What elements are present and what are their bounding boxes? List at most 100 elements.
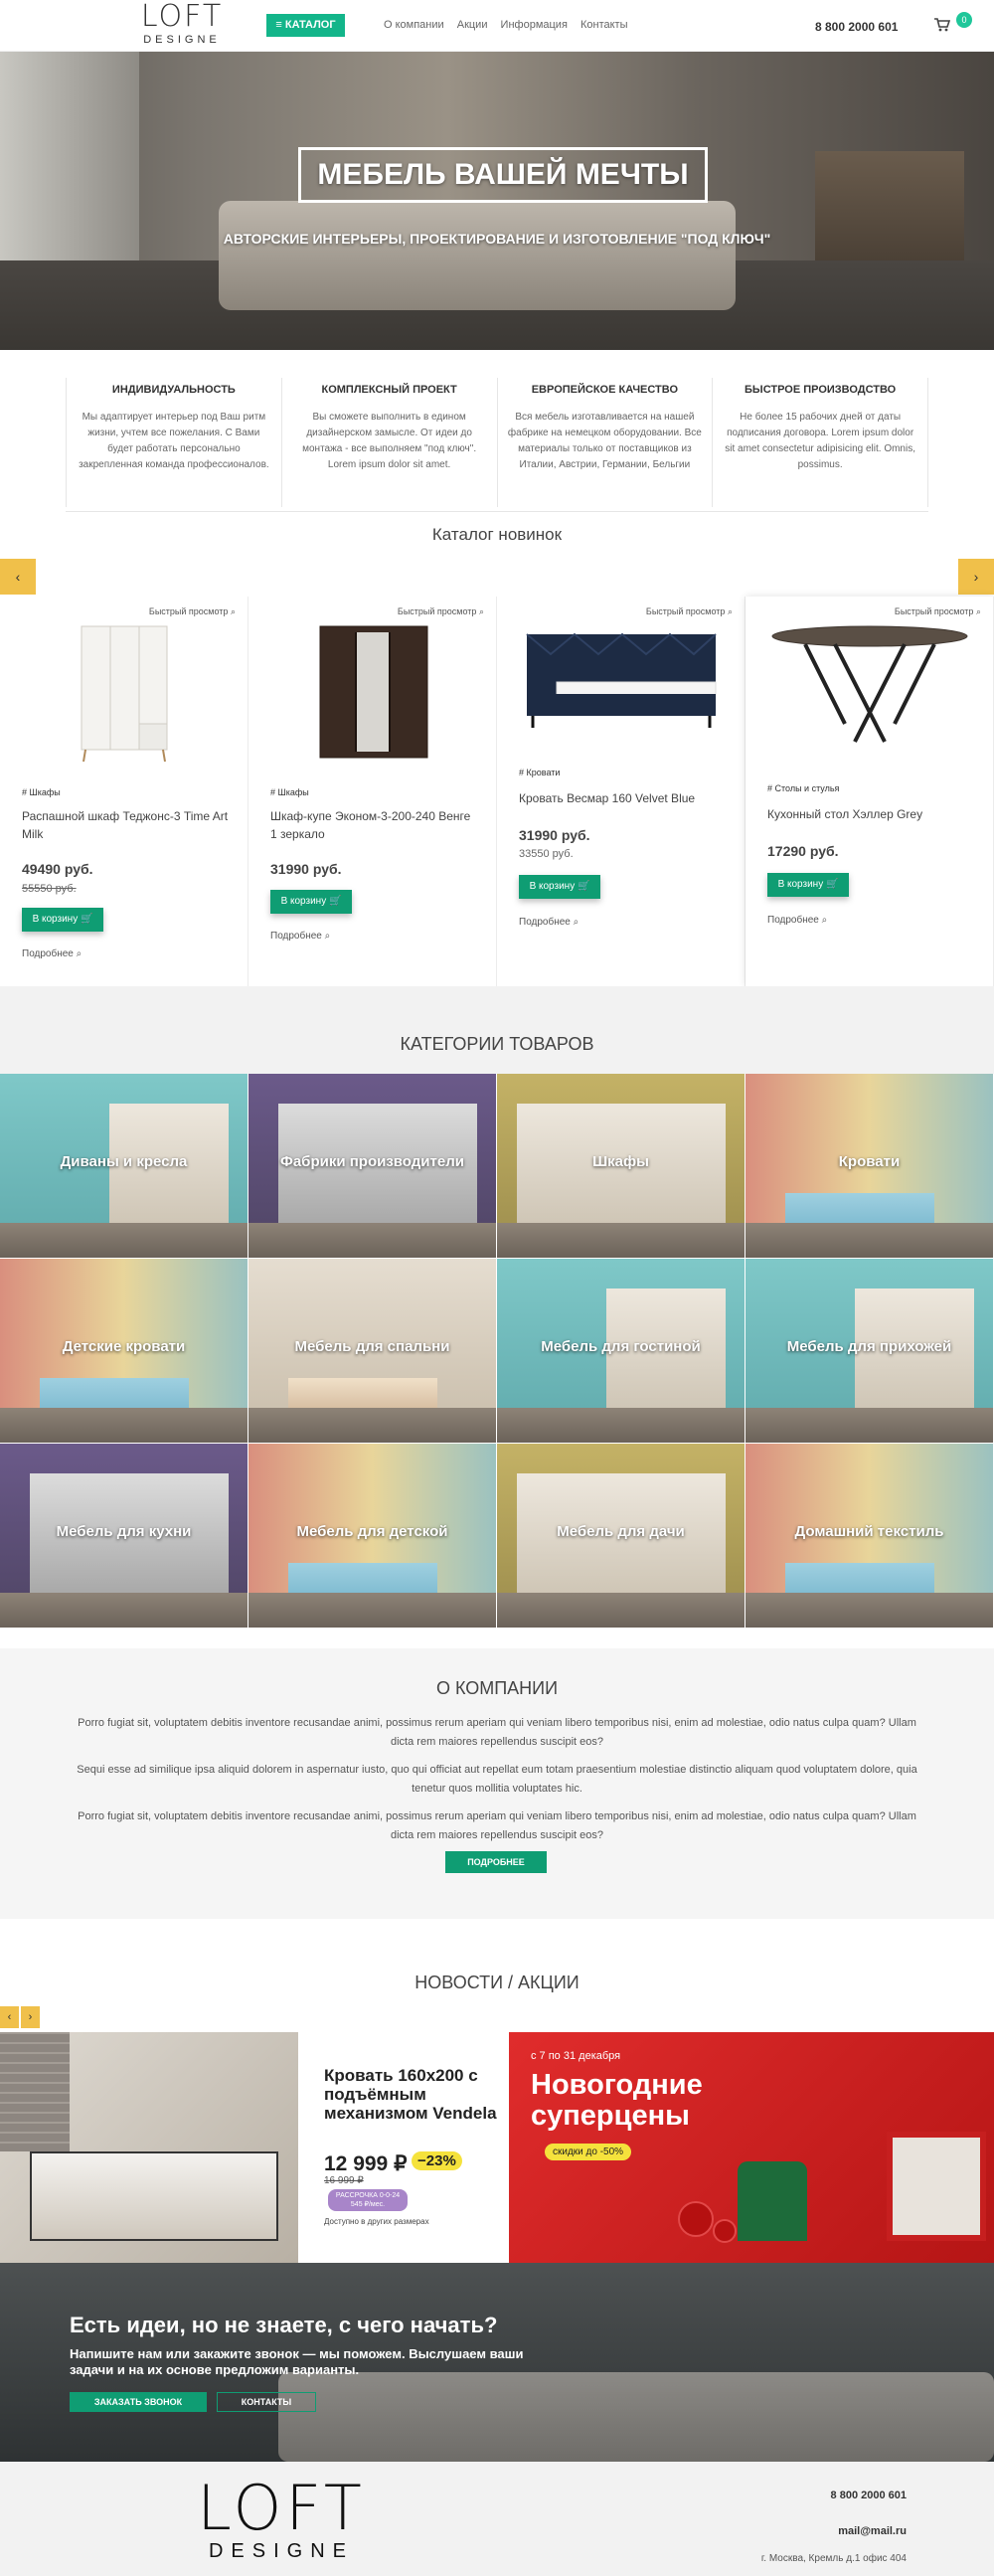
product-tag[interactable]: # Кровати	[519, 768, 560, 777]
feature-title: ЕВРОПЕЙСКОЕ КАЧЕСТВО	[531, 384, 679, 396]
more-label: Подробнее	[519, 917, 571, 928]
news-prev-button[interactable]: ‹	[0, 2006, 19, 2028]
category-tile[interactable]: Детские кровати	[0, 1259, 248, 1444]
product-card[interactable]: Быстрый просмотр ⌕ # Шкафы Распашной шка…	[0, 597, 248, 986]
logo[interactable]: LOFT DESIGNE	[139, 0, 225, 50]
category-label: Детские кровати	[62, 1338, 186, 1355]
product-price: 31990 руб.	[270, 861, 342, 877]
promo-banner-newyear[interactable]: с 7 по 31 декабря Новогодние суперцены с…	[509, 2032, 994, 2263]
feature-text: Не более 15 рабочих дней от даты подписа…	[725, 412, 915, 470]
quick-view-label: Быстрый просмотр	[148, 606, 229, 616]
cart-count-badge[interactable]: 0	[956, 12, 972, 28]
add-to-cart-button[interactable]: В корзину 🛒	[270, 890, 352, 914]
nav-contacts[interactable]: Контакты	[580, 19, 628, 31]
add-to-cart-label: В корзину	[777, 879, 824, 890]
footer-logo-bottom: DESIGNE	[208, 2540, 355, 2562]
more-link[interactable]: Подробнее ⌕	[519, 917, 579, 928]
product-old-price: 55550 руб.	[22, 883, 77, 895]
category-tile[interactable]: Мебель для кухни	[0, 1444, 248, 1629]
category-tile[interactable]: Шкафы	[497, 1074, 746, 1259]
feature-title: КОМПЛЕКСНЫЙ ПРОЕКТ	[321, 384, 457, 396]
product-image[interactable]	[765, 624, 974, 754]
search-icon: ⌕	[975, 606, 981, 616]
banner-date: с 7 по 31 декабря	[531, 2050, 621, 2062]
category-label: Мебель для спальни	[294, 1338, 450, 1355]
product-tag[interactable]: # Шкафы	[270, 787, 309, 797]
add-to-cart-button[interactable]: В корзину 🛒	[767, 873, 849, 897]
cta-title: Есть идеи, но не знаете, с чего начать?	[70, 2313, 498, 2337]
product-price: 17290 руб.	[767, 843, 839, 859]
main-nav: О компании Акции Информация Контакты	[384, 19, 637, 31]
search-icon: ⌕	[478, 606, 484, 616]
product-card[interactable]: Быстрый просмотр ⌕ # Столы и стулья Кухо…	[746, 597, 994, 986]
header-phone[interactable]: 8 800 2000 601	[815, 20, 898, 34]
contacts-button[interactable]: КОНТАКТЫ	[217, 2392, 316, 2412]
quick-view-label: Быстрый просмотр	[645, 606, 726, 616]
quick-view-link[interactable]: Быстрый просмотр ⌕	[149, 606, 236, 617]
order-call-button[interactable]: ЗАКАЗАТЬ ЗВОНОК	[70, 2392, 207, 2412]
ornament	[713, 2219, 737, 2243]
category-tile[interactable]: Фабрики производители	[248, 1074, 497, 1259]
product-image[interactable]	[20, 624, 229, 764]
footer-phone[interactable]: 8 800 2000 601	[831, 2490, 907, 2501]
category-label: Диваны и кресла	[60, 1153, 188, 1170]
logo-top: LOFT	[140, 0, 224, 34]
product-card[interactable]: Быстрый просмотр ⌕ # Шкафы Шкаф-купе Эко…	[248, 597, 497, 986]
banner-old-price: 16 999 ₽	[324, 2175, 364, 2186]
product-tag[interactable]: # Столы и стулья	[767, 783, 839, 793]
catalog-prev-button[interactable]: ‹	[0, 559, 36, 595]
product-tag[interactable]: # Шкафы	[22, 787, 61, 797]
product-name[interactable]: Кровать Весмар 160 Velvet Blue	[519, 789, 728, 807]
catalog-next-button[interactable]: ›	[958, 559, 994, 595]
hero-subtitle: АВТОРСКИЕ ИНТЕРЬЕРЫ, ПРОЕКТИРОВАНИЕ И ИЗ…	[223, 231, 771, 247]
category-tile[interactable]: Мебель для детской	[248, 1444, 497, 1629]
gift-box	[887, 2132, 986, 2241]
hero-sofa	[219, 201, 736, 310]
feature-text: Мы адаптирует интерьер под Ваш ритм жизн…	[79, 412, 269, 470]
cta-section: Есть идеи, но не знаете, с чего начать? …	[0, 2263, 994, 2462]
category-label: Кровати	[838, 1153, 901, 1170]
add-to-cart-button[interactable]: В корзину 🛒	[22, 908, 103, 932]
category-tile[interactable]: Мебель для гостиной	[497, 1259, 746, 1444]
product-card[interactable]: Быстрый просмотр ⌕ # Кровати Кровать Вес…	[497, 597, 746, 986]
category-label: Мебель для детской	[296, 1523, 448, 1540]
product-image[interactable]	[268, 624, 477, 764]
add-to-cart-button[interactable]: В корзину 🛒	[519, 875, 600, 899]
banner-discount: −23%	[412, 2151, 462, 2170]
logo-bottom: DESIGNE	[143, 34, 221, 46]
quick-view-link[interactable]: Быстрый просмотр ⌕	[398, 606, 484, 617]
category-tile[interactable]: Диваны и кресла	[0, 1074, 248, 1259]
product-list: Быстрый просмотр ⌕ # Шкафы Распашной шка…	[0, 597, 994, 986]
product-name[interactable]: Кухонный стол Хэллер Grey	[767, 805, 976, 823]
more-label: Подробнее	[270, 931, 322, 942]
product-image[interactable]	[517, 624, 726, 744]
banner-title: Кровать 160x200 с подъёмным механизмом V…	[324, 2066, 497, 2123]
nav-promo[interactable]: Акции	[457, 19, 488, 31]
category-tile[interactable]: Мебель для спальни	[248, 1259, 497, 1444]
product-name[interactable]: Распашной шкаф Теджонс-3 Time Art Milk	[22, 807, 231, 843]
promo-banner-bed[interactable]: Кровать 160x200 с подъёмным механизмом V…	[0, 2032, 509, 2263]
footer-logo[interactable]: LOFT DESIGNE	[197, 2476, 366, 2570]
product-name[interactable]: Шкаф-купе Эконом-3-200-240 Венге 1 зерка…	[270, 807, 479, 843]
category-tile[interactable]: Мебель для прихожей	[746, 1259, 994, 1444]
news-next-button[interactable]: ›	[21, 2006, 40, 2028]
more-link[interactable]: Подробнее ⌕	[22, 948, 82, 959]
category-tile[interactable]: Домашний текстиль	[746, 1444, 994, 1629]
footer-email[interactable]: mail@mail.ru	[838, 2525, 907, 2537]
more-link[interactable]: Подробнее ⌕	[270, 931, 330, 942]
feature-item: БЫСТРОЕ ПРОИЗВОДСТВО Не более 15 рабочих…	[712, 378, 928, 507]
nav-info[interactable]: Информация	[501, 19, 568, 31]
more-link[interactable]: Подробнее ⌕	[767, 915, 827, 926]
cart-icon[interactable]	[934, 18, 950, 32]
banner-discount: скидки до -50%	[545, 2144, 632, 2160]
about-more-button[interactable]: ПОДРОБНЕЕ	[445, 1851, 547, 1873]
category-tile[interactable]: Мебель для дачи	[497, 1444, 746, 1629]
about-paragraph: Porro fugiat sit, voluptatem debitis inv…	[78, 1810, 916, 1841]
category-tile[interactable]: Кровати	[746, 1074, 994, 1259]
footer-logo-top: LOFT	[197, 2472, 366, 2544]
nav-about[interactable]: О компании	[384, 19, 444, 31]
catalog-button[interactable]: ≡ КАТАЛОГ	[266, 14, 345, 37]
quick-view-link[interactable]: Быстрый просмотр ⌕	[646, 606, 733, 617]
search-icon: ⌕	[76, 948, 83, 959]
quick-view-link[interactable]: Быстрый просмотр ⌕	[895, 606, 981, 617]
